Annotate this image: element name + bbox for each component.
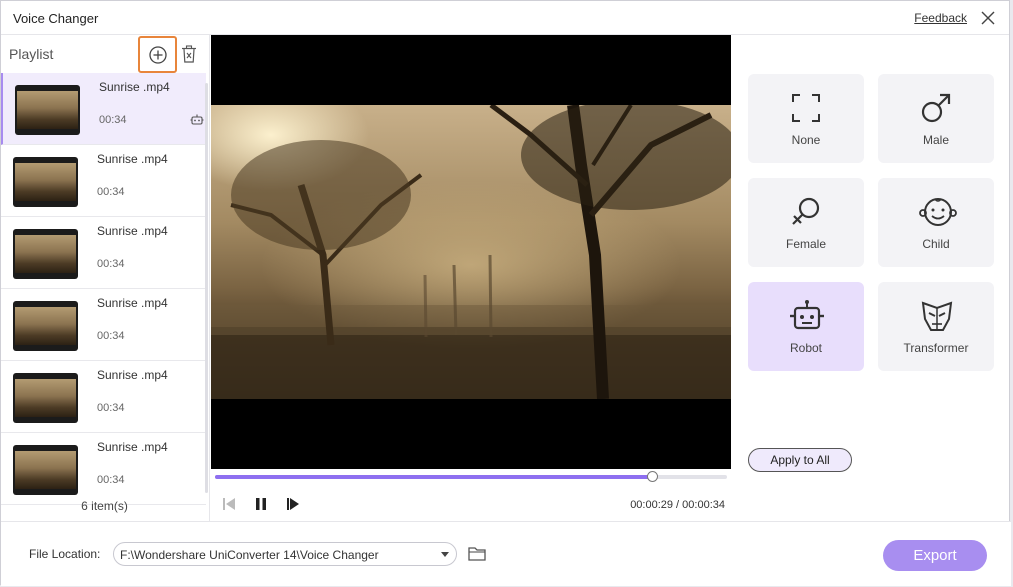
effect-male[interactable]: Male xyxy=(878,74,994,163)
file-location-select[interactable]: F:\Wondershare UniConverter 14\Voice Cha… xyxy=(113,542,457,566)
item-filename: Sunrise .mp4 xyxy=(97,440,168,454)
effect-female[interactable]: Female xyxy=(748,178,864,267)
item-filename: Sunrise .mp4 xyxy=(97,368,168,382)
playlist-item[interactable]: Sunrise .mp4 00:34 xyxy=(1,217,206,289)
effect-label: Transformer xyxy=(903,341,969,355)
voice-changer-window: Voice Changer Feedback Playlist Sunrise … xyxy=(0,0,1011,586)
item-filename: Sunrise .mp4 xyxy=(99,80,170,94)
effect-none[interactable]: None xyxy=(748,74,864,163)
playback-time: 00:00:29 / 00:00:34 xyxy=(630,499,725,511)
file-location-label: File Location: xyxy=(29,547,101,561)
close-icon[interactable] xyxy=(979,9,997,27)
previous-icon[interactable] xyxy=(221,496,237,512)
file-path-value: F:\Wondershare UniConverter 14\Voice Cha… xyxy=(120,548,379,562)
playlist-item[interactable]: Sunrise .mp4 00:34 xyxy=(1,145,206,217)
item-duration: 00:34 xyxy=(97,186,125,198)
progress-bar[interactable] xyxy=(215,471,727,482)
child-face-icon xyxy=(919,198,957,226)
playlist-list: Sunrise .mp4 00:34 Sunrise .mp4 00:34 Su… xyxy=(1,73,206,505)
video-thumbnail xyxy=(13,301,78,351)
playlist-item[interactable]: Sunrise .mp4 00:34 xyxy=(1,289,206,361)
apply-to-all-button[interactable]: Apply to All xyxy=(748,448,852,472)
effect-label: Child xyxy=(922,237,950,251)
video-thumbnail xyxy=(13,445,78,495)
item-filename: Sunrise .mp4 xyxy=(97,296,168,310)
video-thumbnail xyxy=(15,85,80,135)
none-icon xyxy=(792,94,820,122)
playlist-scrollbar[interactable] xyxy=(205,83,208,493)
playlist-title: Playlist xyxy=(9,46,54,62)
item-filename: Sunrise .mp4 xyxy=(97,152,168,166)
item-duration: 00:34 xyxy=(97,258,125,270)
feedback-link[interactable]: Feedback xyxy=(914,11,967,25)
add-file-button[interactable] xyxy=(138,36,177,73)
item-count: 6 item(s) xyxy=(81,499,128,513)
video-thumbnail xyxy=(13,373,78,423)
item-duration: 00:34 xyxy=(99,114,127,126)
chevron-down-icon[interactable] xyxy=(438,547,452,561)
transformer-mask-icon xyxy=(921,301,953,331)
playlist-item[interactable]: Sunrise .mp4 00:34 xyxy=(1,361,206,433)
robot-icon xyxy=(790,300,824,330)
male-icon xyxy=(921,93,951,123)
effect-robot[interactable]: Robot xyxy=(748,282,864,371)
window-title: Voice Changer xyxy=(13,11,99,26)
effect-label: Male xyxy=(922,133,949,147)
video-thumbnail xyxy=(13,229,78,279)
forest-scene xyxy=(211,105,731,399)
export-button[interactable]: Export xyxy=(883,540,987,571)
folder-icon[interactable] xyxy=(468,545,486,561)
item-filename: Sunrise .mp4 xyxy=(97,224,168,238)
progress-knob[interactable] xyxy=(646,471,658,482)
next-icon[interactable] xyxy=(285,496,301,512)
trash-icon[interactable] xyxy=(181,45,197,63)
video-preview[interactable] xyxy=(211,35,731,469)
progress-fill xyxy=(215,475,652,479)
footer-bar: File Location: F:\Wondershare UniConvert… xyxy=(1,521,1011,586)
item-duration: 00:34 xyxy=(97,330,125,342)
playlist-item[interactable]: Sunrise .mp4 00:34 xyxy=(1,73,206,145)
effect-label: None xyxy=(791,133,821,147)
video-thumbnail xyxy=(13,157,78,207)
playlist-item[interactable]: Sunrise .mp4 00:34 xyxy=(1,433,206,505)
voice-effects-panel: None Male Female Child Robot Transformer… xyxy=(732,35,1010,521)
pause-icon[interactable] xyxy=(253,496,269,512)
effect-label: Female xyxy=(785,237,826,251)
effect-transformer[interactable]: Transformer xyxy=(878,282,994,371)
add-circle-icon xyxy=(148,45,167,64)
player-controls: 00:00:29 / 00:00:34 xyxy=(211,469,731,521)
item-duration: 00:34 xyxy=(97,474,125,486)
item-duration: 00:34 xyxy=(97,402,125,414)
playlist-header: Playlist xyxy=(1,35,209,73)
female-icon xyxy=(792,197,820,225)
effect-child[interactable]: Child xyxy=(878,178,994,267)
video-frame xyxy=(211,105,731,399)
title-bar: Voice Changer Feedback xyxy=(1,1,1009,35)
effect-label: Robot xyxy=(789,341,823,355)
playlist-panel: Playlist Sunrise .mp4 00:34 Sunrise .mp4… xyxy=(1,35,210,521)
robot-icon xyxy=(190,114,204,125)
